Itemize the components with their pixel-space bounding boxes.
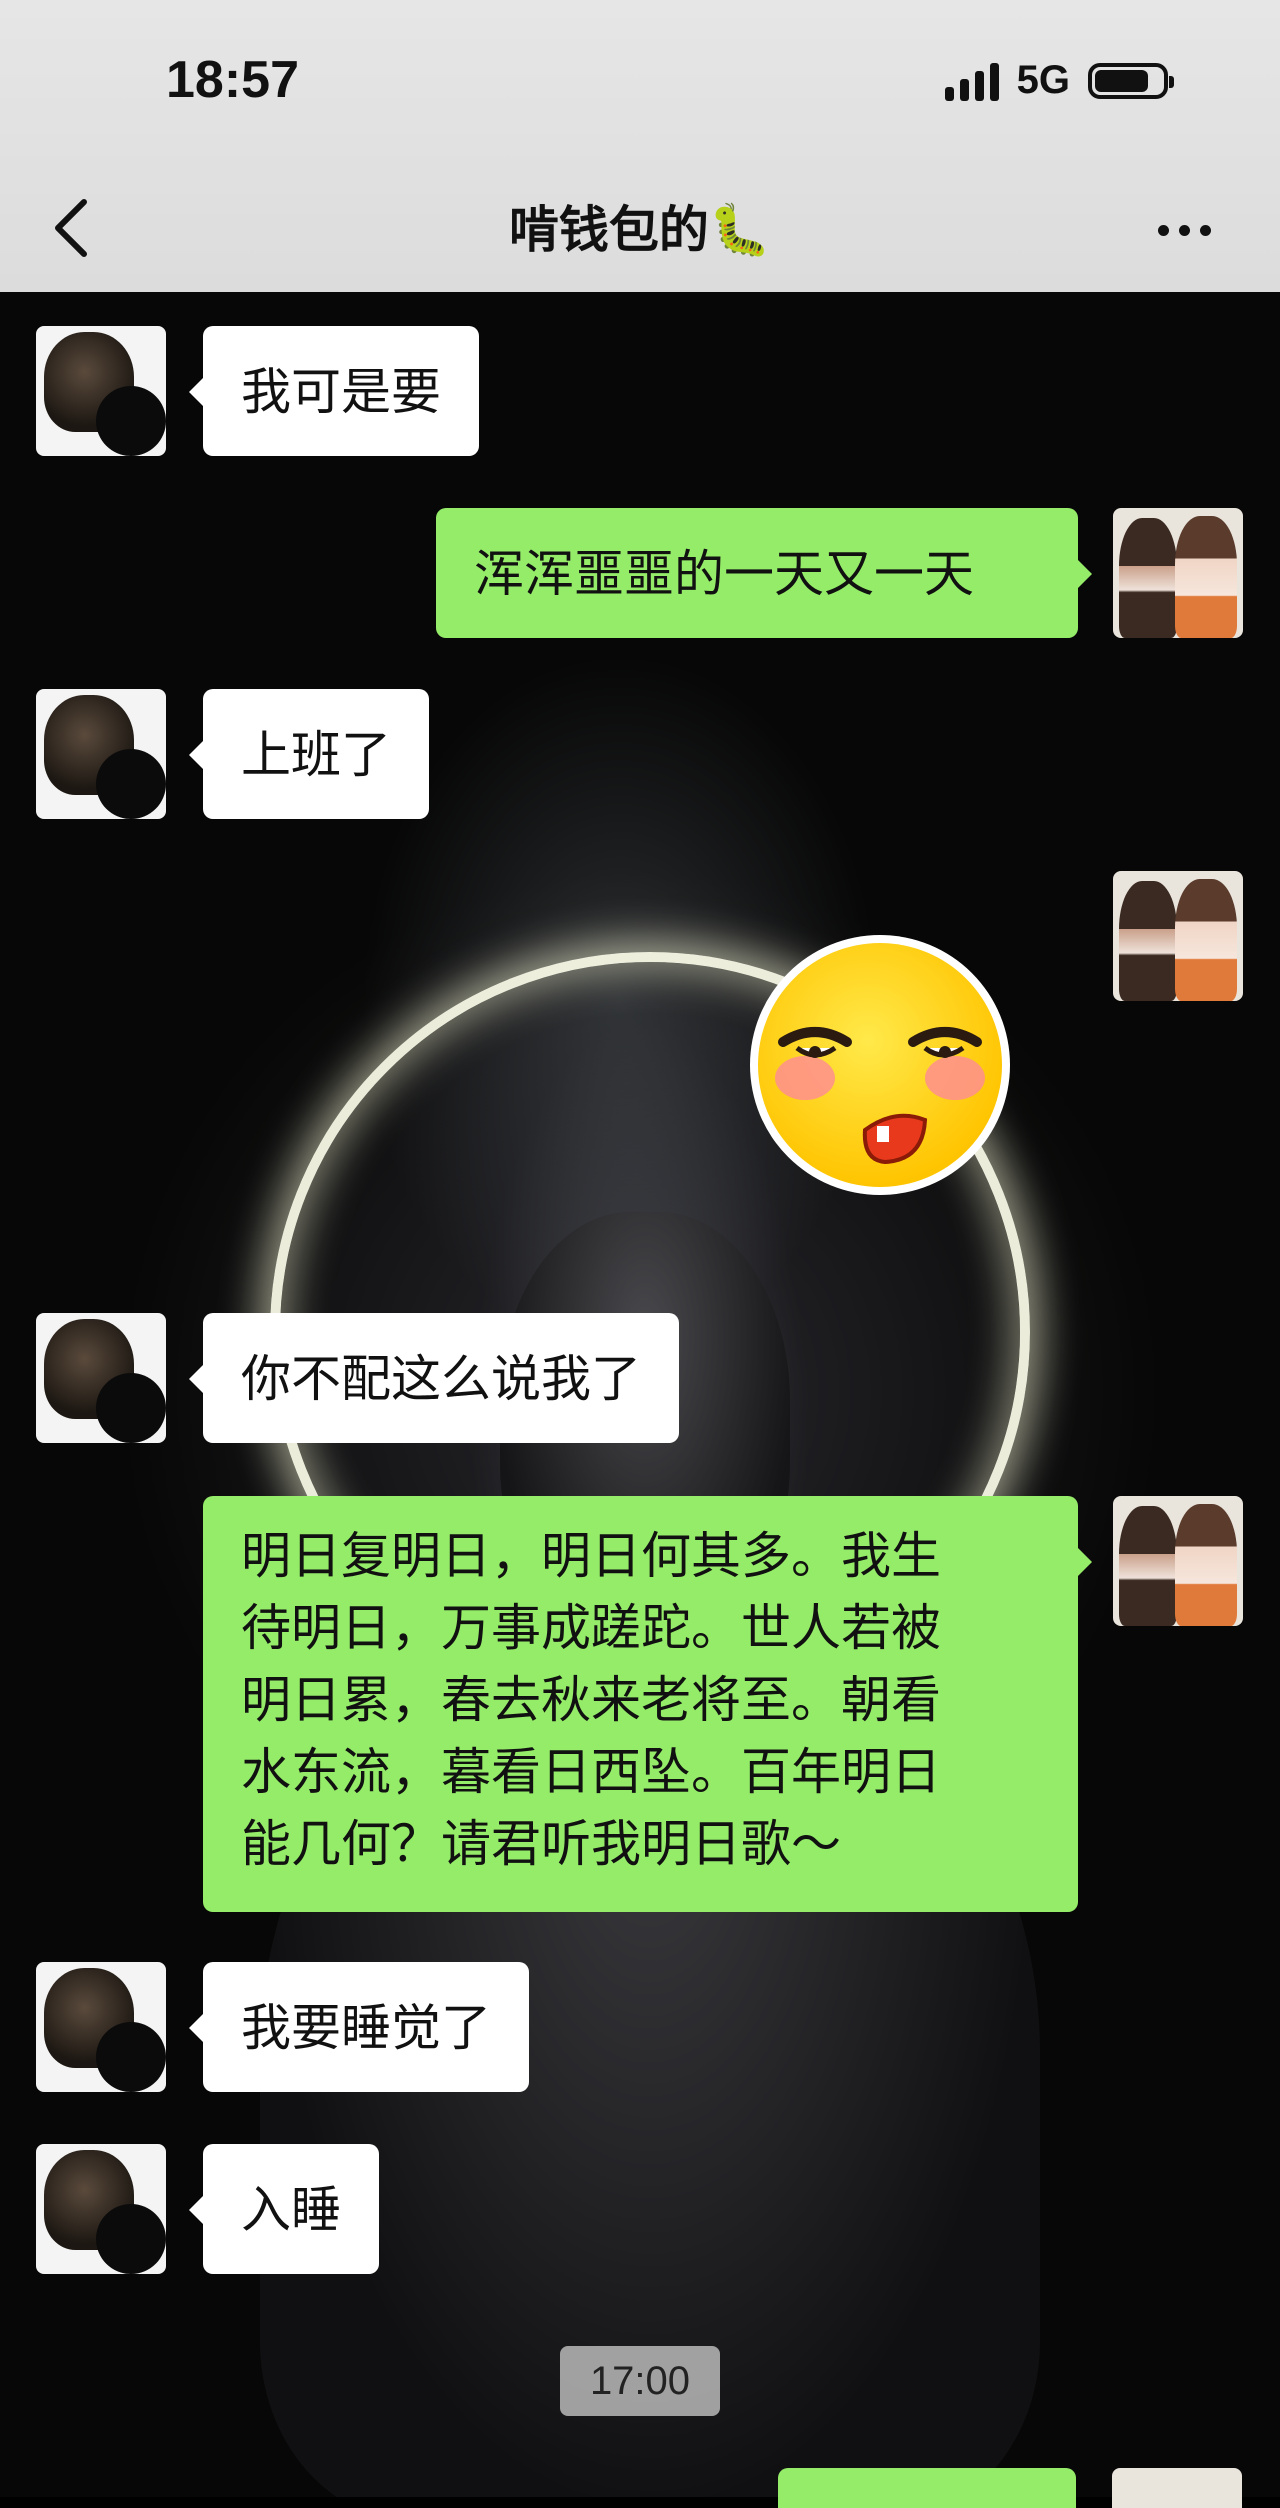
status-indicators: 5G <box>944 58 1174 103</box>
contact-avatar[interactable] <box>36 1313 166 1443</box>
avatar-shape <box>96 1373 166 1443</box>
outgoing-message[interactable]: 明日复明日，明日何其多。我生 待明日，万事成蹉跎。世人若被 明日累，春去秋来老将… <box>203 1496 1092 1912</box>
message-line: 水东流，暮看日西坠。百年明日 <box>241 1743 941 1801</box>
smirk-emoji-icon <box>750 935 1010 1195</box>
message-line: 能几何？请君听我明日歌～ <box>241 1815 841 1873</box>
chat-title[interactable]: 啃钱包的🐛 <box>0 190 1280 262</box>
battery-icon <box>1088 62 1174 99</box>
incoming-message[interactable]: 我要睡觉了 <box>189 1962 529 2092</box>
my-avatar[interactable] <box>1113 508 1243 638</box>
avatar-person-2 <box>1175 879 1237 1001</box>
avatar-shape <box>96 2022 166 2092</box>
incoming-message[interactable]: 入睡 <box>189 2144 379 2274</box>
contact-avatar[interactable] <box>36 689 166 819</box>
message-line: 明日复明日，明日何其多。我生 <box>241 1527 941 1585</box>
my-avatar[interactable] <box>1112 2468 1242 2508</box>
incoming-message[interactable]: 上班了 <box>189 689 429 819</box>
avatar-person-2 <box>1175 516 1237 638</box>
signal-icon <box>944 61 999 101</box>
incoming-message[interactable]: 我可是要 <box>189 326 479 456</box>
my-avatar[interactable] <box>1113 1496 1243 1626</box>
smirk-emoji-sticker[interactable] <box>745 930 1015 1200</box>
chat-header: 18:57 5G 啃钱包的🐛 <box>0 0 1280 293</box>
avatar-person-1 <box>1119 518 1177 638</box>
avatar-person-1 <box>1119 1506 1177 1626</box>
more-dots-icon <box>1157 224 1169 236</box>
avatar-person-1 <box>1119 881 1177 1001</box>
partial-outgoing-message[interactable] <box>778 2468 1076 2508</box>
time-divider: 17:00 <box>560 2346 720 2416</box>
contact-avatar[interactable] <box>36 1962 166 2092</box>
battery-fill <box>1095 69 1148 92</box>
more-dot <box>1199 224 1211 236</box>
avatar-person-2 <box>1175 1504 1237 1626</box>
status-time: 18:57 <box>166 51 299 109</box>
contact-avatar[interactable] <box>36 2144 166 2274</box>
avatar-shape <box>96 749 166 819</box>
avatar-shape <box>96 2204 166 2274</box>
network-label: 5G <box>1016 58 1070 102</box>
contact-avatar[interactable] <box>36 326 166 456</box>
outgoing-message[interactable]: 浑浑噩噩的一天又一天 <box>436 508 1092 638</box>
message-line: 待明日，万事成蹉跎。世人若被 <box>241 1599 941 1657</box>
my-avatar[interactable] <box>1113 871 1243 1001</box>
incoming-message[interactable]: 你不配这么说我了 <box>189 1313 679 1443</box>
more-dot <box>1178 224 1190 236</box>
more-options-button[interactable] <box>1144 210 1224 250</box>
avatar-shape <box>96 386 166 456</box>
message-line: 明日累，春去秋来老将至。朝看 <box>241 1671 941 1729</box>
